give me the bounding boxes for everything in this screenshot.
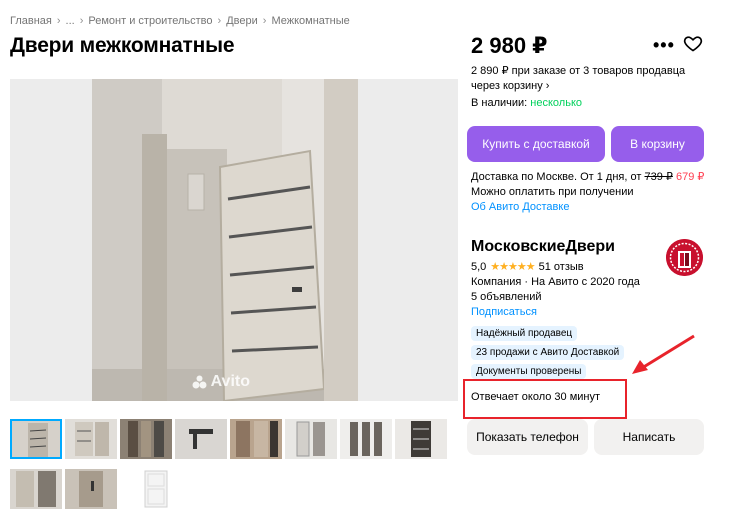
page-title: Двери межкомнатные [10, 34, 235, 57]
door-photo-illustration [92, 79, 358, 401]
badge-reliable-seller: Надёжный продавец [471, 326, 578, 341]
seller-type: Компания · На Авито с 2020 года [471, 276, 640, 288]
stock-value: несколько [530, 97, 583, 109]
breadcrumb-separator: › [217, 15, 222, 27]
rating-value: 5,0 [471, 261, 487, 273]
main-photo[interactable]: Avito [10, 79, 458, 401]
badge-sales: 23 продажи с Авито Доставкой [471, 345, 625, 360]
seller-info: Компания · На Авито с 2020 года 5 объявл… [471, 275, 640, 305]
seller-avatar[interactable] [666, 239, 703, 276]
breadcrumb-ellipsis[interactable]: ... [66, 15, 75, 27]
add-to-cart-button[interactable]: В корзину [611, 126, 704, 162]
show-phone-button[interactable]: Показать телефон [467, 419, 588, 455]
seller-name[interactable]: МосковскиеДвери [471, 238, 615, 256]
price: 2 980 ₽ [471, 33, 548, 58]
breadcrumb-separator: › [56, 15, 61, 27]
thumbnail[interactable] [230, 419, 282, 459]
delivery-old-price: 739 ₽ [644, 171, 673, 183]
seller-rating[interactable]: 5,0 ★★★★★ 51 отзыв [471, 260, 584, 275]
avito-watermark: Avito [192, 373, 250, 391]
delivery-info: Доставка по Москве. От 1 дня, от 739 ₽ 6… [471, 170, 731, 215]
thumbnail[interactable] [120, 419, 172, 459]
breadcrumb-separator: › [262, 15, 267, 27]
reviews-count: 51 отзыв [538, 261, 584, 273]
thumbnail[interactable] [10, 419, 62, 459]
thumbnail[interactable] [175, 419, 227, 459]
stock-status: В наличии: несколько [471, 96, 582, 111]
watermark-text: Avito [210, 373, 250, 390]
delivery-text: Доставка по Москве. От 1 дня, от [471, 171, 642, 183]
delivery-line: Доставка по Москве. От 1 дня, от 739 ₽ 6… [471, 170, 731, 185]
stock-label: В наличии: [471, 97, 528, 109]
pay-on-receipt: Можно оплатить при получении [471, 186, 634, 198]
thumbnail[interactable] [65, 469, 117, 509]
write-message-button[interactable]: Написать [594, 419, 704, 455]
thumbnail[interactable] [65, 419, 117, 459]
badge-documents: Документы проверены [471, 364, 587, 379]
avito-logo-icon [192, 375, 207, 389]
thumbnail[interactable] [130, 469, 182, 509]
about-delivery-link[interactable]: Об Авито Доставке [471, 200, 731, 215]
seller-logo-icon [666, 239, 703, 276]
seller-ads-count[interactable]: 5 объявлений [471, 290, 640, 305]
thumbnail[interactable] [340, 419, 392, 459]
annotation-arrow-icon [632, 334, 695, 374]
more-options-icon[interactable]: ••• [653, 35, 675, 56]
breadcrumb-separator: › [79, 15, 84, 27]
bulk-price-note[interactable]: 2 890 ₽ при заказе от 3 товаров продавца… [471, 64, 711, 94]
annotation-highlight-box [463, 379, 627, 419]
subscribe-link[interactable]: Подписаться [471, 305, 537, 320]
thumbnail[interactable] [10, 469, 62, 509]
breadcrumb-repair[interactable]: Ремонт и строительство [88, 15, 212, 27]
breadcrumb-doors[interactable]: Двери [226, 15, 258, 27]
thumbnail[interactable] [395, 419, 447, 459]
door-photo: Avito [92, 79, 358, 401]
buy-with-delivery-button[interactable]: Купить с доставкой [467, 126, 605, 162]
delivery-new-price: 679 ₽ [675, 171, 705, 183]
breadcrumb-home[interactable]: Главная [10, 15, 52, 27]
breadcrumb: Главная › ... › Ремонт и строительство ›… [10, 15, 350, 27]
rating-stars-icon: ★★★★★ [490, 261, 535, 273]
favorite-heart-icon[interactable] [683, 33, 703, 53]
thumbnail[interactable] [285, 419, 337, 459]
breadcrumb-interior[interactable]: Межкомнатные [271, 15, 349, 27]
